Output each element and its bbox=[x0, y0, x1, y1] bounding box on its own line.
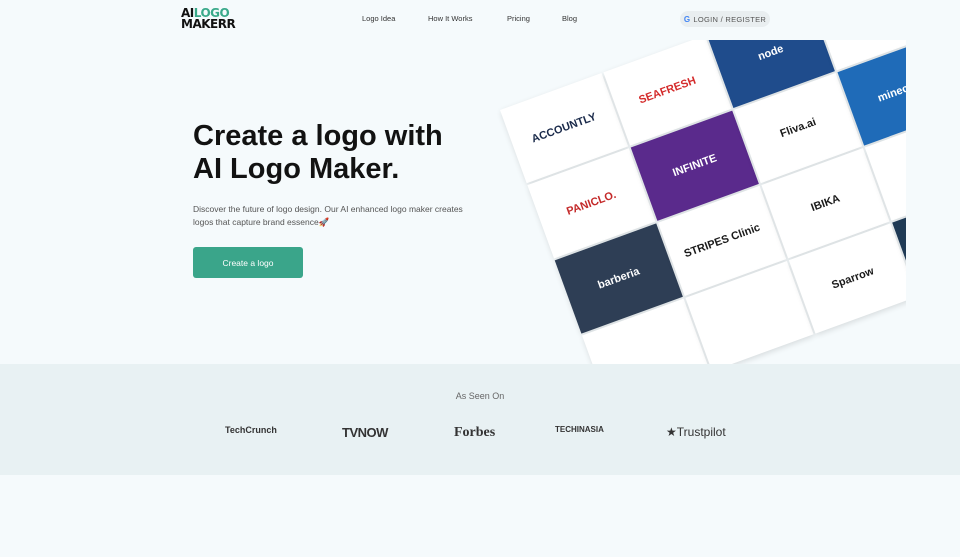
brand-techinasia: TECHINASIA bbox=[555, 425, 604, 434]
nav-how-it-works[interactable]: How It Works bbox=[428, 14, 472, 23]
logo-mosaic: ACCOUNTLYSEAFRESHnodeTÜMAANAligPANICLO.I… bbox=[470, 40, 906, 364]
trustpilot-label: Trustpilot bbox=[676, 425, 726, 439]
nav-logo-idea[interactable]: Logo Idea bbox=[362, 14, 395, 23]
star-icon: ★ bbox=[666, 425, 677, 439]
brand-forbes: Forbes bbox=[454, 425, 496, 440]
login-register-button[interactable]: G LOGIN / REGISTER bbox=[680, 11, 770, 27]
create-logo-button[interactable]: Create a logo bbox=[193, 247, 303, 278]
brand-logo[interactable]: AILOGO MAKERR bbox=[181, 7, 236, 31]
brand-tvnow: TVNOW bbox=[342, 425, 388, 440]
logo-maker-text: MAKERR bbox=[181, 17, 236, 31]
brand-techcrunch: TechCrunch bbox=[225, 425, 277, 435]
hero-title-line-2: AI Logo Maker. bbox=[193, 153, 400, 185]
nav-pricing[interactable]: Pricing bbox=[507, 14, 530, 23]
brand-trustpilot: ★Trustpilot bbox=[666, 425, 726, 439]
hero-title-line-1: Create a logo with bbox=[193, 120, 443, 152]
as-seen-on-section: As Seen On TechCrunch TVNOW Forbes TECHI… bbox=[0, 364, 960, 475]
hero-title: Create a logo with AI Logo Maker. bbox=[193, 120, 493, 186]
top-nav: AILOGO MAKERR Logo Idea How It Works Pri… bbox=[0, 0, 960, 40]
login-label: LOGIN / REGISTER bbox=[693, 14, 767, 24]
google-icon: G bbox=[683, 14, 691, 24]
nav-blog[interactable]: Blog bbox=[562, 14, 577, 23]
as-seen-on-title: As Seen On bbox=[455, 391, 505, 401]
hero-description: Discover the future of logo design. Our … bbox=[193, 204, 463, 227]
